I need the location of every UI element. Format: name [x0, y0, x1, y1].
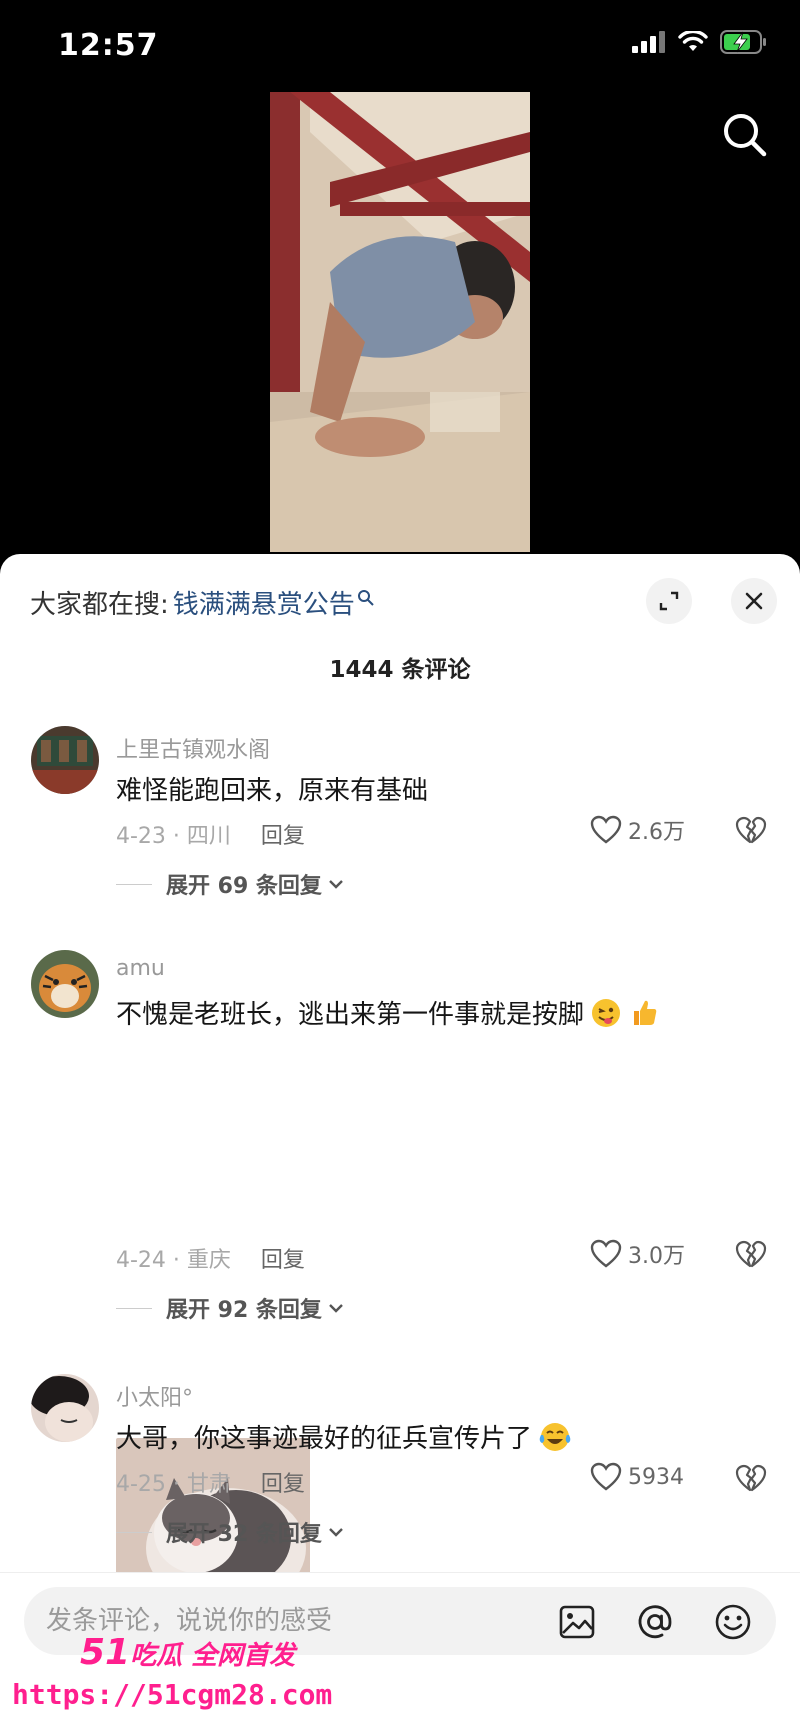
- mention-button[interactable]: [636, 1603, 674, 1641]
- like-count: 5934: [628, 1464, 684, 1490]
- crying-laughing-emoji: [539, 1422, 571, 1451]
- broken-heart-icon: [735, 1240, 767, 1268]
- dislike-button[interactable]: [735, 816, 767, 850]
- broken-heart-icon: [735, 1464, 767, 1492]
- expand-icon: [659, 591, 679, 611]
- comment-meta: 4-24 · 重庆 回复: [116, 1242, 305, 1274]
- comment-text: 大哥，你这事迹最好的征兵宣传片了: [116, 1418, 572, 1455]
- expand-replies-button[interactable]: 展开 32 条回复: [116, 1516, 346, 1548]
- reply-button[interactable]: 回复: [261, 1466, 305, 1498]
- like-count: 3.0万: [628, 1244, 685, 1269]
- close-sheet-button[interactable]: [731, 578, 777, 624]
- heart-icon: [590, 815, 622, 844]
- broken-heart-icon: [735, 816, 767, 844]
- expand-replies-button[interactable]: 展开 92 条回复: [116, 1292, 346, 1324]
- status-time: 12:57: [58, 28, 159, 63]
- comment-count: 1444 条评论: [329, 657, 471, 683]
- image-icon: [559, 1605, 595, 1639]
- avatar-image: [31, 726, 99, 794]
- video-scene-image: [270, 92, 530, 552]
- chevron-down-icon: [329, 1304, 343, 1313]
- comment-meta: 4-23 · 四川 回复: [116, 818, 305, 850]
- status-bar: 12:57: [0, 0, 800, 90]
- heart-icon: [590, 1462, 622, 1491]
- avatar-image: [31, 1374, 99, 1442]
- comment-sheet: 大家都在搜: 钱满满悬赏公告 1444 条评论 上里古镇观水阁 难怪能跑回来，原…: [0, 554, 800, 1731]
- reply-button[interactable]: 回复: [261, 818, 305, 850]
- comment-username[interactable]: 上里古镇观水阁: [116, 732, 270, 764]
- divider-dash: [116, 1307, 152, 1309]
- comment-date-location: 4-24 · 重庆: [116, 1248, 231, 1273]
- expand-replies-label: 展开 69 条回复: [166, 874, 322, 899]
- close-icon: [745, 592, 763, 610]
- chevron-down-icon: [329, 1528, 343, 1537]
- at-icon: [638, 1605, 672, 1639]
- reply-button[interactable]: 回复: [261, 1242, 305, 1274]
- watermark-brand: 51吃瓜 全网首发: [80, 1632, 295, 1673]
- thumbs-up-emoji: [634, 1000, 657, 1025]
- wink-tongue-emoji: [592, 998, 621, 1027]
- emoji-button[interactable]: [714, 1603, 752, 1641]
- expand-sheet-button[interactable]: [646, 578, 692, 624]
- video-thumbnail[interactable]: [270, 92, 530, 552]
- watermark-url: https://51cgm28.com: [12, 1678, 333, 1711]
- battery-charging-icon: [720, 30, 766, 54]
- avatar[interactable]: [31, 1374, 99, 1442]
- comment-meta: 4-25 · 甘肃 回复: [116, 1466, 305, 1498]
- avatar[interactable]: [31, 950, 99, 1018]
- comment-username[interactable]: 小太阳°: [116, 1380, 193, 1412]
- trending-search: 大家都在搜: 钱满满悬赏公告: [30, 584, 375, 621]
- search-small-icon: [357, 589, 374, 606]
- status-icons: [632, 30, 768, 54]
- expand-replies-button[interactable]: 展开 69 条回复: [116, 868, 346, 900]
- avatar-image: [31, 950, 99, 1018]
- video-area[interactable]: [0, 90, 800, 560]
- divider-dash: [116, 883, 152, 885]
- trending-prefix: 大家都在搜:: [30, 590, 169, 620]
- comment-date-location: 4-25 · 甘肃: [116, 1472, 231, 1497]
- comment-username[interactable]: amu: [116, 956, 165, 981]
- signal-icon: [632, 31, 665, 53]
- dislike-button[interactable]: [735, 1240, 767, 1274]
- image-picker-button[interactable]: [558, 1603, 596, 1641]
- smile-icon: [715, 1604, 751, 1640]
- like-count: 2.6万: [628, 820, 685, 845]
- watermark-number: 51: [80, 1632, 131, 1673]
- watermark-brand-text: 吃瓜 全网首发: [130, 1641, 296, 1671]
- divider-dash: [116, 1531, 152, 1533]
- like-button[interactable]: 5934: [590, 1462, 684, 1492]
- like-button[interactable]: 2.6万: [590, 814, 685, 846]
- dislike-button[interactable]: [735, 1464, 767, 1498]
- comment-text-body: 不愧是老班长，逃出来第一件事就是按脚: [116, 1000, 585, 1030]
- comment-text: 不愧是老班长，逃出来第一件事就是按脚: [116, 994, 660, 1031]
- avatar[interactable]: [31, 726, 99, 794]
- trending-query-link[interactable]: 钱满满悬赏公告: [173, 584, 355, 621]
- comment-text-body: 大哥，你这事迹最好的征兵宣传片了: [116, 1424, 533, 1454]
- sheet-header: 大家都在搜: 钱满满悬赏公告: [0, 554, 800, 644]
- comment-text-body: 难怪能跑回来，原来有基础: [116, 776, 429, 806]
- wifi-icon: [678, 31, 708, 51]
- expand-replies-label: 展开 32 条回复: [166, 1522, 322, 1547]
- like-button[interactable]: 3.0万: [590, 1238, 685, 1270]
- search-button[interactable]: [720, 110, 770, 160]
- expand-replies-label: 展开 92 条回复: [166, 1298, 322, 1323]
- watermark: 51吃瓜 全网首发 https://51cgm28.com: [4, 1632, 332, 1722]
- chevron-down-icon: [329, 880, 343, 889]
- comment-text: 难怪能跑回来，原来有基础: [116, 770, 428, 807]
- comment-date-location: 4-23 · 四川: [116, 824, 231, 849]
- heart-icon: [590, 1239, 622, 1268]
- search-icon: [724, 114, 767, 157]
